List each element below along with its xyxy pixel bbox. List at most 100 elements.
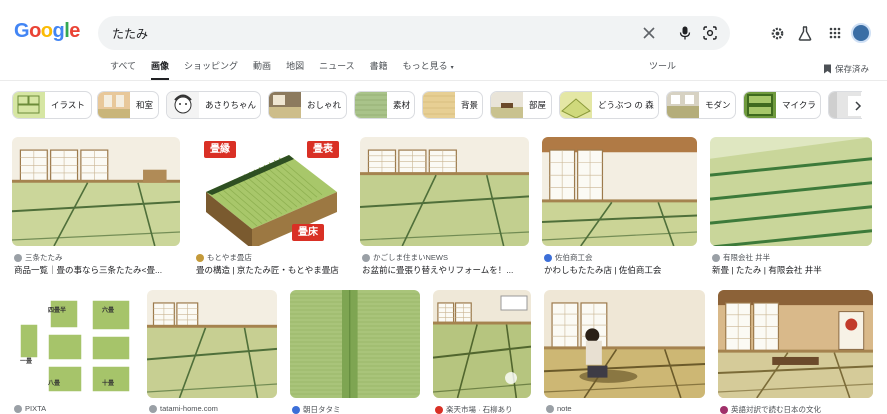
result-title[interactable]: 畳の構造 | 京たたみ匠・もとやま畳店	[196, 264, 351, 276]
related-search-chips: イラスト 和室 あさりちゃん おしゃれ 素材 背景 部屋 どうぶつ の 森 モダン マイクラ	[12, 91, 862, 120]
result-source: note	[557, 404, 572, 413]
size-chart-label: 八畳	[48, 381, 61, 387]
size-chart-label: 一畳	[20, 359, 33, 365]
result-source-row[interactable]: もとやま畳店	[196, 252, 252, 263]
result-thumbnail[interactable]	[710, 137, 872, 246]
tab-7[interactable]: もっと見る ▾	[403, 59, 454, 80]
tab-label: すべて	[110, 61, 137, 71]
tab-3[interactable]: 動画	[253, 59, 271, 80]
result-source-row[interactable]: かごしま住まいNEWS	[362, 252, 448, 263]
result-source-row[interactable]: note	[546, 404, 572, 413]
chip-thumbnail	[167, 92, 199, 118]
chip-7[interactable]: どうぶつ の 森	[559, 91, 659, 119]
tab-2[interactable]: ショッピング	[184, 59, 238, 80]
result-thumbnail[interactable]	[147, 290, 277, 398]
image-result[interactable]: かごしま住まいNEWS お盆前に畳張り替えやリフォームを！...	[360, 137, 529, 277]
result-source: もとやま畳店	[207, 253, 252, 262]
chip-thumbnail	[423, 92, 455, 118]
chip-3[interactable]: おしゃれ	[268, 91, 347, 119]
result-source: 楽天市場 · 石柳あり	[446, 405, 513, 414]
image-result[interactable]: 有限会社 井半 新畳 | たたみ | 有限会社 井半	[710, 137, 872, 277]
chip-label: 素材	[393, 100, 411, 110]
google-logo[interactable]: Google	[14, 20, 80, 43]
result-source-row[interactable]: 英語対訳で読む日本の文化	[720, 404, 821, 414]
result-source: 佐伯商工会	[555, 253, 593, 262]
image-result[interactable]: 英語対訳で読む日本の文化	[718, 290, 873, 414]
chip-thumbnail	[744, 92, 776, 118]
result-thumbnail[interactable]	[718, 290, 873, 398]
result-thumbnail[interactable]	[433, 290, 531, 398]
result-source-row[interactable]: 有限会社 井半	[712, 252, 770, 263]
result-source-row[interactable]: 佐伯商工会	[544, 252, 593, 263]
chip-thumbnail	[560, 92, 592, 118]
chip-thumbnail	[269, 92, 301, 118]
chip-9[interactable]: マイクラ	[743, 91, 821, 119]
result-thumbnail[interactable]	[360, 137, 529, 246]
image-result[interactable]: 一畳 四畳半 六畳 八畳 十畳 PIXTA	[12, 290, 134, 414]
result-source-row[interactable]: 三条たたみ	[14, 252, 63, 263]
result-title[interactable]: お盆前に畳張り替えやリフォームを！...	[362, 264, 533, 276]
tab-label: もっと見る	[402, 61, 448, 71]
diagram-label-heri: 畳縁	[204, 141, 236, 158]
tab-0[interactable]: すべて	[110, 59, 136, 80]
result-thumbnail[interactable]	[542, 137, 697, 246]
result-thumbnail[interactable]: 畳縁 畳表畳床	[194, 137, 347, 246]
result-thumbnail[interactable]	[12, 137, 180, 246]
tab-1[interactable]: 画像	[151, 59, 170, 80]
tools-button[interactable]: ツール	[649, 59, 676, 72]
result-source-row[interactable]: PIXTA	[14, 404, 46, 413]
clear-icon[interactable]	[641, 25, 657, 41]
image-result[interactable]: 三条たたみ 商品一覧｜畳の事なら三条たたみ<畳...	[12, 137, 180, 277]
result-title[interactable]: 新畳 | たたみ | 有限会社 井半	[712, 264, 876, 276]
image-result[interactable]: 畳縁 畳表 畳床 もとやま畳店 畳の構造 | 京たたみ匠・もとやま畳店	[194, 137, 347, 277]
logo-letter: g	[52, 20, 65, 42]
result-source-row[interactable]: 楽天市場 · 石柳あり	[435, 404, 513, 414]
logo-letter: o	[40, 20, 53, 42]
diagram-label-omote: 畳表	[307, 141, 339, 158]
result-thumbnail[interactable]	[290, 290, 420, 398]
chip-6[interactable]: 部屋	[490, 91, 552, 119]
chip-8[interactable]: モダン	[666, 91, 736, 119]
chip-thumbnail	[98, 92, 130, 118]
labs-flask-icon[interactable]	[796, 24, 814, 42]
site-favicon-icon	[720, 405, 728, 414]
result-thumbnail[interactable]: 一畳 四畳半 六畳 八畳 十畳	[12, 290, 134, 398]
result-title[interactable]: 商品一覧｜畳の事なら三条たたみ<畳...	[14, 264, 184, 276]
result-source: 三条たたみ	[25, 253, 63, 262]
result-source-row[interactable]: tatami-home.com	[149, 404, 218, 413]
logo-letter: o	[29, 20, 41, 42]
lens-icon[interactable]	[702, 25, 718, 41]
result-source: PIXTA	[25, 404, 47, 413]
image-result[interactable]: 朝日タタミ	[290, 290, 420, 414]
image-result[interactable]: 楽天市場 · 石柳あり	[433, 290, 531, 414]
search-input[interactable]	[112, 26, 632, 40]
image-result[interactable]: tatami-home.com	[147, 290, 277, 414]
chip-1[interactable]: 和室	[97, 91, 159, 119]
chip-2[interactable]: あさりちゃん	[166, 91, 261, 119]
chip-label: 和室	[136, 100, 154, 110]
site-favicon-icon	[544, 253, 552, 262]
chip-label: あさりちゃん	[205, 100, 257, 110]
image-result[interactable]: 佐伯商工会 かわしもたたみ店 | 佐伯商工会	[542, 137, 697, 277]
result-thumbnail[interactable]	[544, 290, 705, 398]
result-title[interactable]: かわしもたたみ店 | 佐伯商工会	[544, 264, 701, 276]
site-favicon-icon	[292, 405, 300, 414]
chip-4[interactable]: 素材	[354, 91, 415, 119]
saved-button[interactable]: 保存済み	[823, 63, 869, 75]
chip-5[interactable]: 背景	[422, 91, 483, 119]
chips-next-button[interactable]	[848, 96, 868, 116]
chip-label: 部屋	[529, 100, 547, 110]
account-avatar[interactable]	[851, 23, 871, 43]
result-source-row[interactable]: 朝日タタミ	[292, 404, 341, 414]
microphone-icon[interactable]	[677, 25, 693, 41]
tab-5[interactable]: ニュース	[319, 59, 355, 80]
bookmark-icon	[824, 64, 831, 74]
tab-4[interactable]: 地図	[286, 59, 304, 80]
chip-0[interactable]: イラスト	[12, 91, 92, 119]
apps-grid-icon[interactable]	[826, 24, 844, 42]
tab-label: 地図	[286, 61, 305, 71]
settings-icon[interactable]	[768, 24, 786, 42]
diagram-label-toko: 畳床	[292, 224, 324, 241]
image-result[interactable]: note	[544, 290, 705, 414]
tab-6[interactable]: 書籍	[370, 59, 388, 80]
